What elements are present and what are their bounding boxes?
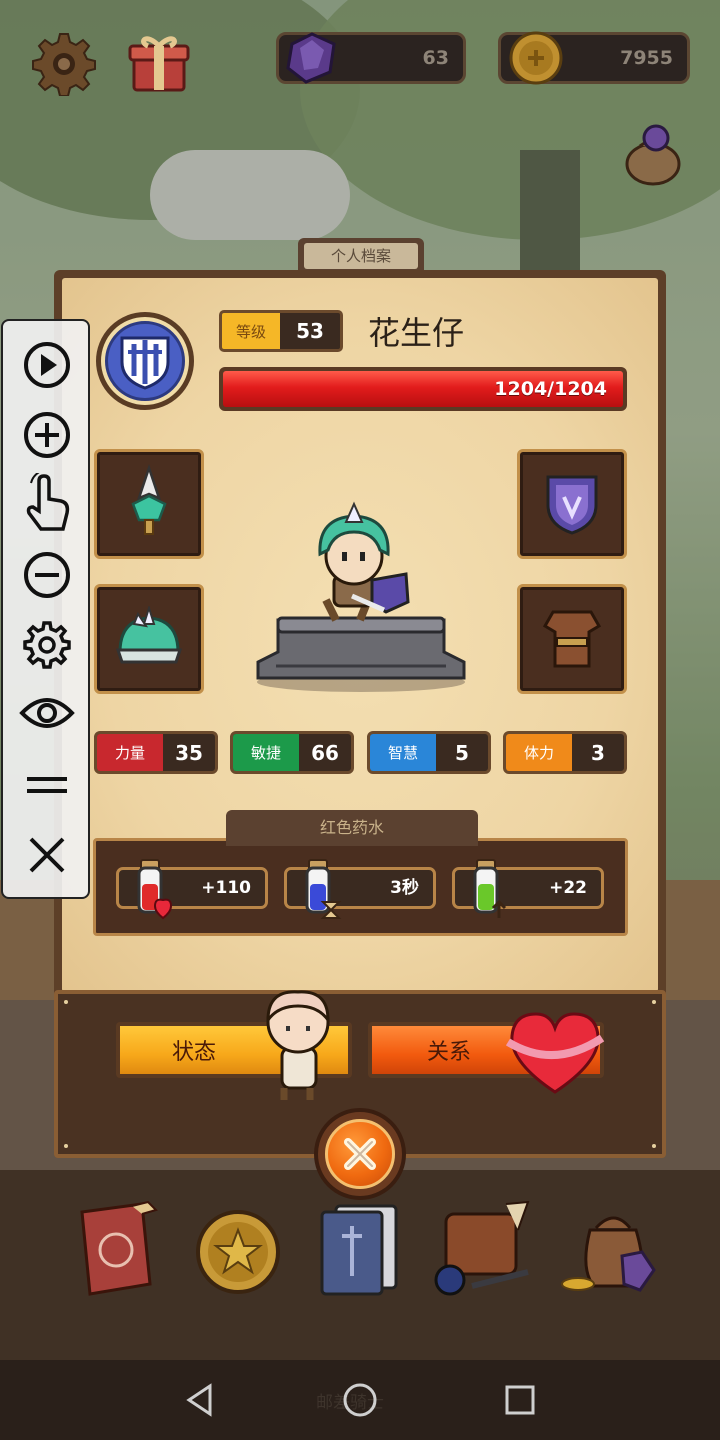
red-potion-icon [137, 859, 173, 920]
touch-icon[interactable] [19, 473, 75, 531]
treasure-bag-icon[interactable] [560, 1200, 660, 1300]
back-nav-icon[interactable] [176, 1376, 224, 1424]
stat-value: 35 [175, 740, 203, 765]
play-icon[interactable] [19, 337, 75, 393]
helmet-slot[interactable] [94, 584, 204, 694]
coin-count: 7955 [620, 47, 673, 69]
stat-stamina: 体力 3 [503, 731, 627, 774]
stat-label: 体力 [506, 734, 572, 771]
chibi-character [258, 988, 338, 1108]
recents-nav-icon[interactable] [496, 1376, 544, 1424]
stat-strength: 力量 35 [94, 731, 218, 774]
leather-armor-icon [542, 610, 602, 668]
stat-wisdom: 智慧 5 [367, 731, 491, 774]
weapon-slot[interactable] [94, 449, 204, 559]
card-deck-icon[interactable] [312, 1200, 412, 1300]
gold-coin-icon [508, 30, 564, 90]
gift-box-icon[interactable] [128, 30, 190, 98]
gem-count: 63 [422, 47, 449, 69]
home-nav-icon[interactable] [336, 1376, 384, 1424]
hp-bar: 1204/1204 [219, 367, 627, 411]
helmet-icon [115, 606, 183, 664]
stat-value: 5 [455, 740, 469, 765]
heart-decoration [504, 1008, 606, 1102]
settings-gear-icon[interactable] [32, 32, 96, 100]
blue-potion-icon [305, 859, 342, 919]
stat-agility: 敏捷 66 [230, 731, 354, 774]
stat-value: 66 [311, 740, 339, 765]
shield-sword-icon [120, 336, 170, 390]
shield-slot[interactable] [517, 449, 627, 559]
hero-name: 花生仔 [368, 314, 465, 352]
zoom-in-icon[interactable] [19, 407, 75, 463]
green-potion-item[interactable]: +22 [452, 859, 604, 918]
stat-label: 智慧 [370, 734, 436, 771]
settings-icon[interactable] [19, 617, 75, 673]
chibi-character-sprite [266, 990, 330, 1100]
eye-icon[interactable] [19, 685, 75, 741]
stat-label: 敏捷 [233, 734, 299, 771]
class-emblem [96, 312, 194, 410]
potion-value: 3秒 [390, 878, 419, 898]
level-value: 53 [296, 319, 324, 343]
hp-bar-fill: 1204/1204 [223, 371, 623, 407]
status-button-label: 状态 [171, 1040, 216, 1065]
backpack-icon[interactable] [432, 1200, 532, 1300]
treasure-pouch-icon[interactable] [622, 120, 684, 190]
zoom-out-icon[interactable] [19, 547, 75, 603]
blue-potion-item[interactable]: 3秒 [284, 859, 436, 919]
star-coin-icon[interactable] [190, 1200, 290, 1300]
hp-text: 1204/1204 [494, 378, 607, 400]
profile-tab: 个人档案 [298, 238, 424, 274]
spear-icon [131, 464, 167, 535]
relations-button-label: 关系 [426, 1040, 471, 1065]
menu-icon[interactable] [19, 757, 75, 813]
purple-gem-icon [282, 30, 340, 90]
close-x-icon [344, 1138, 376, 1170]
stat-value: 3 [591, 740, 605, 765]
hero-book-icon[interactable] [72, 1200, 172, 1300]
hero-sprite [256, 501, 466, 692]
potion-value: +110 [201, 878, 251, 898]
ribbon-heart-icon [505, 1012, 605, 1094]
profile-tab-label: 个人档案 [304, 243, 418, 269]
potion-section-title: 红色药水 [226, 810, 478, 846]
level-label: 等级 [222, 313, 280, 349]
level-badge: 等级 53 [219, 310, 343, 352]
green-potion-icon [473, 859, 507, 918]
stat-label: 力量 [97, 734, 163, 771]
potion-value: +22 [549, 878, 587, 898]
red-potion-item[interactable]: +110 [116, 859, 268, 920]
armor-slot[interactable] [517, 584, 627, 694]
purple-shield-icon [546, 475, 598, 535]
hero-display [256, 500, 466, 699]
close-icon[interactable] [19, 827, 75, 883]
close-button[interactable] [314, 1108, 406, 1200]
floating-toolbar [1, 319, 90, 899]
